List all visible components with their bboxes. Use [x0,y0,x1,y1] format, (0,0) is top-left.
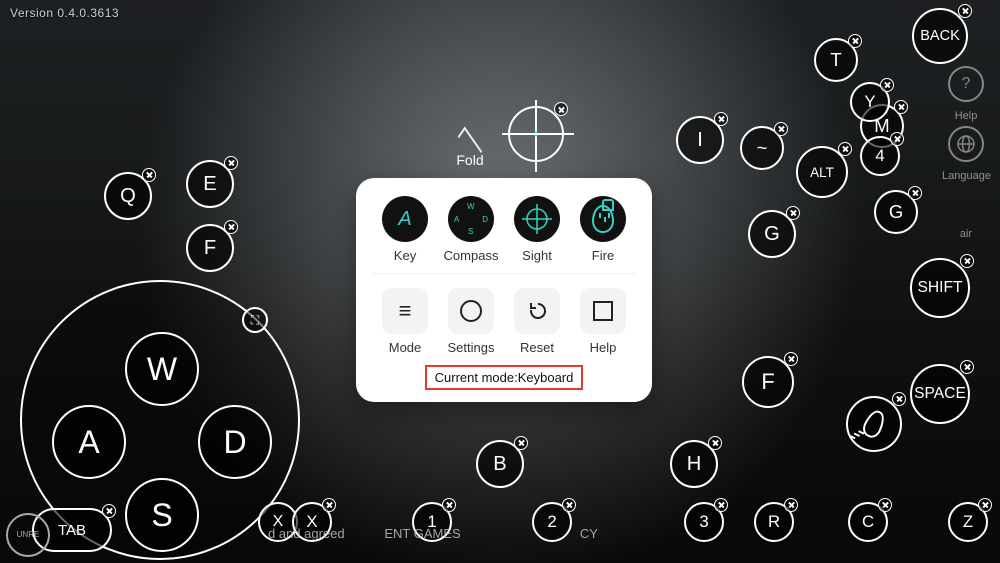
key-icon: A [382,196,428,242]
help-icon [580,288,626,334]
key-c[interactable]: C [848,502,888,542]
close-icon[interactable] [554,102,568,116]
key-alt[interactable]: ALT [796,146,848,198]
close-icon[interactable] [960,360,974,374]
tool-key[interactable]: A Key [374,196,436,263]
tool-compass[interactable]: W A D S Compass [440,196,502,263]
version-label: Version 0.4.0.3613 [10,6,119,20]
key-r[interactable]: R [754,502,794,542]
close-icon[interactable] [442,498,456,512]
close-icon[interactable] [142,168,156,182]
key-y[interactable]: Y [850,82,890,122]
sidebar-label: air [960,228,972,240]
key-3[interactable]: 3 [684,502,724,542]
sidebar-air[interactable]: air [942,224,990,242]
key-g[interactable]: G [748,210,796,258]
close-icon[interactable] [848,34,862,48]
close-icon[interactable] [838,142,852,156]
key-4[interactable]: 4 [860,136,900,176]
close-icon[interactable] [978,498,992,512]
key-space[interactable]: SPACE [910,364,970,424]
key-b[interactable]: B [476,440,524,488]
close-icon[interactable] [890,132,904,146]
tool-fire[interactable]: Fire [572,196,634,263]
close-icon[interactable] [562,498,576,512]
sight-icon [514,196,560,242]
close-icon[interactable] [514,436,528,450]
close-icon[interactable] [708,436,722,450]
fire-button[interactable] [846,396,902,452]
panel-row-tools: A Key W A D S Compass Sight [372,196,636,263]
fire-icon [580,196,626,242]
key-q[interactable]: Q [104,172,152,220]
close-icon[interactable] [102,504,116,518]
sight-crosshair[interactable] [508,106,564,162]
close-icon[interactable] [786,206,800,220]
dpad-w[interactable]: W [125,332,199,406]
key-h[interactable]: H [670,440,718,488]
close-icon[interactable] [784,498,798,512]
reset-icon [514,288,560,334]
close-icon[interactable] [894,100,908,114]
key-~[interactable]: ~ [740,126,784,170]
key-i[interactable]: I [676,116,724,164]
action-settings[interactable]: Settings [440,288,502,355]
key-t[interactable]: T [814,38,858,82]
close-icon[interactable] [322,498,336,512]
close-icon[interactable] [784,352,798,366]
close-icon[interactable] [892,392,906,406]
close-icon[interactable] [880,78,894,92]
sidebar-language[interactable]: Language [942,126,990,184]
sidebar-label: Language [942,170,991,182]
tool-sight[interactable]: Sight [506,196,568,263]
mode-icon: ≡ [382,288,428,334]
crosshair-dot-icon [534,132,539,137]
engine-logo: UNRE [6,513,50,557]
action-mode[interactable]: ≡ Mode [374,288,436,355]
keymap-panel: A Key W A D S Compass Sight [356,178,652,402]
close-icon[interactable] [878,498,892,512]
compass-icon: W A D S [448,196,494,242]
dpad-s[interactable]: S [125,478,199,552]
action-help[interactable]: Help [572,288,634,355]
key-shift[interactable]: SHIFT [910,258,970,318]
key-f[interactable]: F [742,356,794,408]
close-icon[interactable] [774,122,788,136]
globe-icon [948,126,984,162]
sidebar-help[interactable]: ? Help [942,66,990,124]
sidebar-label: Help [955,110,978,122]
key-z[interactable]: Z [948,502,988,542]
close-icon[interactable] [960,254,974,268]
action-reset[interactable]: Reset [506,288,568,355]
close-icon[interactable] [908,186,922,200]
close-icon[interactable] [714,112,728,126]
panel-row-actions: ≡ Mode Settings Reset Help [372,288,636,355]
bullet-icon [860,408,888,441]
close-icon[interactable] [958,4,972,18]
current-mode-label: Current mode:Keyboard [425,365,584,390]
close-icon[interactable] [224,220,238,234]
close-icon[interactable] [714,498,728,512]
agreement-text: d and agreed ENT GAMES CY [268,526,598,541]
key-back[interactable]: BACK [912,8,968,64]
settings-icon [448,288,494,334]
expand-icon[interactable]: ⛶ [242,307,268,333]
dpad-d[interactable]: D [198,405,272,479]
key-g[interactable]: G [874,190,918,234]
fold-button[interactable]: Fold [440,138,500,168]
dpad-a[interactable]: A [52,405,126,479]
key-f[interactable]: F [186,224,234,272]
close-icon[interactable] [224,156,238,170]
key-e[interactable]: E [186,160,234,208]
help-icon: ? [948,66,984,102]
